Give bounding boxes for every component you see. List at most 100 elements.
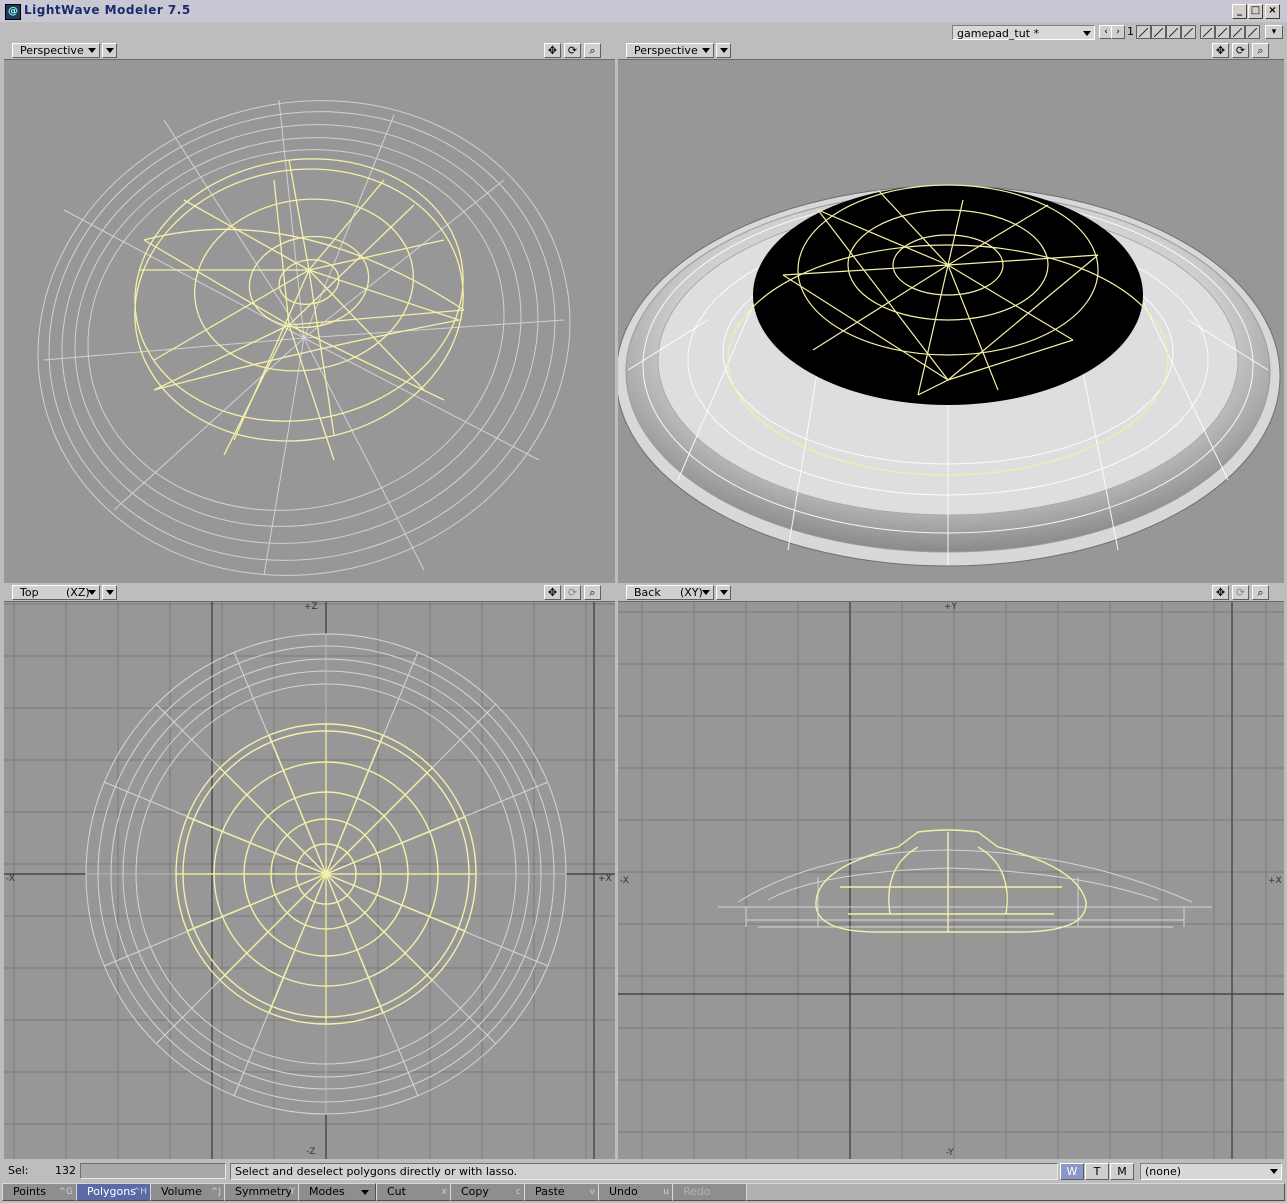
volume-label: Volume xyxy=(161,1185,202,1198)
rotate-view-icon[interactable]: ⟳ xyxy=(564,43,581,58)
lightwave-app-icon[interactable]: @ xyxy=(5,4,21,20)
command-bar: Points ^G Polygons ^H Volume ^J Symmetry… xyxy=(0,1182,1287,1203)
chevron-down-icon xyxy=(1270,1169,1278,1174)
minimize-button[interactable]: _ xyxy=(1232,4,1247,19)
vertex-map-dropdown[interactable]: (none) xyxy=(1140,1163,1282,1180)
next-layer-button[interactable]: › xyxy=(1111,25,1125,39)
chevron-down-icon xyxy=(702,48,710,53)
render-mode-dropdown[interactable] xyxy=(716,585,731,600)
axis-label-plus-z: +Z xyxy=(304,602,318,612)
viewport-top[interactable]: Top (XZ) ✥ ⟳ ⌕ +Z -Z -X +X xyxy=(4,584,615,1159)
morph-map-toggle[interactable]: M xyxy=(1110,1163,1134,1180)
layer-button-1[interactable] xyxy=(1136,25,1151,39)
zoom-view-icon[interactable]: ⌕ xyxy=(584,585,601,600)
viewport-perspective-left[interactable]: Perspective ✥ ⟳ ⌕ xyxy=(4,42,615,583)
close-button[interactable]: × xyxy=(1265,4,1280,19)
zoom-view-icon[interactable]: ⌕ xyxy=(1252,43,1269,58)
chevron-down-icon xyxy=(88,48,96,53)
viewport-header: Top (XZ) ✥ ⟳ ⌕ xyxy=(4,584,615,602)
selection-count: 132 xyxy=(55,1164,76,1177)
modes-label: Modes xyxy=(309,1185,345,1198)
chevron-down-icon xyxy=(361,1190,369,1195)
move-view-icon[interactable]: ✥ xyxy=(544,585,561,600)
viewport-canvas[interactable] xyxy=(618,60,1284,583)
move-view-icon[interactable]: ✥ xyxy=(1212,43,1229,58)
cut-button[interactable]: Cut x xyxy=(376,1183,452,1201)
modes-dropdown[interactable]: Modes xyxy=(298,1183,376,1201)
texture-map-toggle[interactable]: T xyxy=(1085,1163,1109,1180)
viewport-canvas[interactable] xyxy=(4,60,615,583)
help-text: Select and deselect polygons directly or… xyxy=(230,1163,1058,1180)
polygons-mode-button[interactable]: Polygons ^H xyxy=(76,1183,152,1201)
cut-shortcut: x xyxy=(441,1187,447,1197)
volume-mode-button[interactable]: Volume ^J xyxy=(150,1183,226,1201)
selection-label: Sel: xyxy=(8,1164,29,1177)
render-mode-dropdown[interactable] xyxy=(716,43,731,58)
command-bar-filler xyxy=(746,1183,1285,1201)
copy-button[interactable]: Copy c xyxy=(450,1183,526,1201)
paste-label: Paste xyxy=(535,1185,565,1198)
polygons-shortcut: ^H xyxy=(132,1187,147,1197)
undo-button[interactable]: Undo u xyxy=(598,1183,674,1201)
viewport-canvas[interactable]: +Z -Z -X +X xyxy=(4,602,615,1159)
layer-button-4[interactable] xyxy=(1181,25,1196,39)
zoom-view-icon[interactable]: ⌕ xyxy=(584,43,601,58)
chevron-down-icon: ▾ xyxy=(1271,27,1277,37)
layer-button-5[interactable] xyxy=(1200,25,1215,39)
chevron-right-icon: › xyxy=(1116,27,1120,37)
cut-label: Cut xyxy=(387,1185,406,1198)
layer-button-6[interactable] xyxy=(1215,25,1230,39)
view-type-label: Top xyxy=(20,586,39,599)
layer-button-7[interactable] xyxy=(1230,25,1245,39)
move-view-icon[interactable]: ✥ xyxy=(1212,585,1229,600)
redo-label: Redo xyxy=(683,1185,711,1198)
window-title: LightWave Modeler 7.5 xyxy=(24,3,191,17)
layer-button-8[interactable] xyxy=(1245,25,1260,39)
axis-label-minus-z: -Z xyxy=(306,1147,316,1157)
points-mode-button[interactable]: Points ^G xyxy=(2,1183,78,1201)
symmetry-button[interactable]: Symmetry Y xyxy=(224,1183,300,1201)
points-shortcut: ^G xyxy=(58,1187,73,1197)
rotate-view-icon[interactable]: ⟳ xyxy=(1232,43,1249,58)
symmetry-label: Symmetry xyxy=(235,1185,293,1198)
axis-label-plus-x: +X xyxy=(598,874,612,884)
object-selector[interactable]: gamepad_tut * xyxy=(952,25,1095,40)
axis-label-plus-y: +Y xyxy=(944,602,958,612)
copy-label: Copy xyxy=(461,1185,489,1198)
view-axis-label: (XZ) xyxy=(66,586,90,599)
paste-shortcut: v xyxy=(589,1187,595,1197)
title-bar: @ LightWave Modeler 7.5 _ □ × xyxy=(0,0,1287,23)
undo-shortcut: u xyxy=(663,1187,669,1197)
object-name: gamepad_tut * xyxy=(957,27,1040,40)
viewport-perspective-right[interactable]: Perspective ✥ ⟳ ⌕ xyxy=(618,42,1284,583)
viewport-header: Perspective ✥ ⟳ ⌕ xyxy=(618,42,1284,60)
copy-shortcut: c xyxy=(516,1187,521,1197)
viewport-header: Back (XY) ✥ ⟳ ⌕ xyxy=(618,584,1284,602)
view-type-dropdown[interactable]: Perspective xyxy=(626,43,714,58)
top-toolbar: gamepad_tut * xyxy=(0,22,1287,42)
symmetry-shortcut: Y xyxy=(289,1187,296,1197)
numeric-info-field xyxy=(80,1163,226,1179)
viewport-canvas[interactable]: +Y -Y -X +X xyxy=(618,602,1284,1159)
chevron-left-icon: ‹ xyxy=(1104,27,1108,37)
render-mode-dropdown[interactable] xyxy=(102,585,117,600)
paste-button[interactable]: Paste v xyxy=(524,1183,600,1201)
axis-label-plus-x: +X xyxy=(1268,876,1282,886)
zoom-view-icon[interactable]: ⌕ xyxy=(1252,585,1269,600)
redo-button: Redo xyxy=(672,1183,748,1201)
status-bar: Sel: 132 Select and deselect polygons di… xyxy=(0,1161,1287,1181)
view-type-dropdown[interactable]: Perspective xyxy=(12,43,100,58)
maximize-button[interactable]: □ xyxy=(1248,4,1263,19)
viewport-back[interactable]: Back (XY) ✥ ⟳ ⌕ +Y -Y -X +X xyxy=(618,584,1284,1159)
render-mode-dropdown[interactable] xyxy=(102,43,117,58)
layer-number: 1 xyxy=(1127,25,1134,38)
chevron-down-icon xyxy=(702,590,710,595)
move-view-icon[interactable]: ✥ xyxy=(544,43,561,58)
rotate-view-icon: ⟳ xyxy=(1232,585,1249,600)
axis-label-minus-x: -X xyxy=(6,874,15,884)
layer-menu-button[interactable]: ▾ xyxy=(1265,25,1283,39)
top-grid xyxy=(4,602,615,1159)
weight-map-toggle[interactable]: W xyxy=(1060,1163,1084,1180)
layer-button-2[interactable] xyxy=(1151,25,1166,39)
layer-button-3[interactable] xyxy=(1166,25,1181,39)
